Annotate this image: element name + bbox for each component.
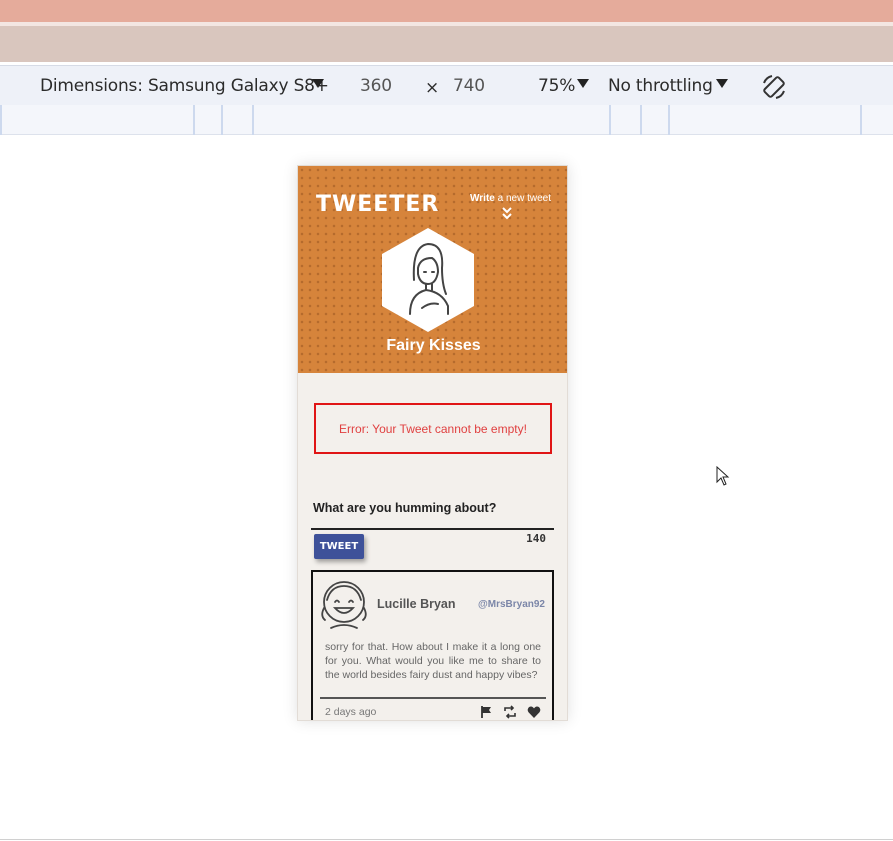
ruler-tick [609, 105, 611, 135]
browser-second-strip [0, 26, 893, 62]
tweet-divider [320, 697, 546, 699]
mouse-cursor-icon [716, 466, 730, 486]
ruler-tick [668, 105, 670, 135]
error-message: Error: Your Tweet cannot be empty! [314, 403, 552, 454]
tweet-timestamp: 2 days ago [325, 706, 377, 718]
zoom-dropdown[interactable]: 75% [538, 76, 575, 96]
profile-avatar [382, 228, 474, 332]
width-input[interactable]: 360 [360, 76, 392, 96]
zoom-caret-icon[interactable] [577, 79, 589, 88]
tweet-body: sorry for that. How about I make it a lo… [325, 641, 541, 681]
throttling-caret-icon[interactable] [716, 79, 728, 88]
dimensions-dropdown[interactable]: Dimensions: Samsung Galaxy S8+ [40, 76, 329, 96]
ruler-tick [252, 105, 254, 135]
flag-icon[interactable] [479, 705, 493, 719]
throttling-dropdown[interactable]: No throttling [608, 76, 713, 96]
retweet-icon[interactable] [503, 705, 517, 719]
ruler-tick [221, 105, 223, 135]
ruler-tick [0, 105, 2, 135]
compose-label: What are you humming about? [313, 501, 497, 515]
device-viewport: TWEETER Write a new tweet Fairy Kisses E… [297, 165, 568, 721]
dimensions-caret-icon[interactable] [312, 79, 324, 88]
ruler-tick [640, 105, 642, 135]
double-chevron-down-icon[interactable] [501, 206, 513, 220]
heart-icon[interactable] [527, 705, 541, 719]
profile-name: Fairy Kisses [386, 337, 481, 354]
height-input[interactable]: 740 [453, 76, 485, 96]
bottom-border [0, 839, 893, 840]
ruler-tick [860, 105, 862, 135]
media-query-ruler [0, 105, 893, 135]
device-toolbar: Dimensions: Samsung Galaxy S8+ 360 × 740… [0, 65, 893, 105]
tweet-actions [479, 705, 541, 719]
profile-header: TWEETER Write a new tweet Fairy Kisses [298, 166, 567, 373]
write-prefix: Write [470, 193, 495, 204]
write-new-tweet-link[interactable]: Write a new tweet [470, 193, 551, 204]
write-suffix: a new tweet [494, 193, 551, 204]
rotate-device-icon[interactable] [760, 73, 788, 101]
tweet-author: Lucille Bryan [377, 597, 456, 611]
char-counter: 140 [526, 532, 546, 545]
ruler-tick [193, 105, 195, 135]
compose-textarea[interactable] [311, 528, 554, 530]
tweet-card: Lucille Bryan @MrsBryan92 sorry for that… [311, 570, 554, 720]
brand-logo: TWEETER [316, 192, 440, 217]
times-symbol: × [425, 78, 440, 98]
tweet-button[interactable]: TWEET [314, 534, 364, 559]
tweet-handle: @MrsBryan92 [477, 599, 545, 610]
browser-top-strip [0, 0, 893, 22]
author-avatar [321, 581, 367, 629]
